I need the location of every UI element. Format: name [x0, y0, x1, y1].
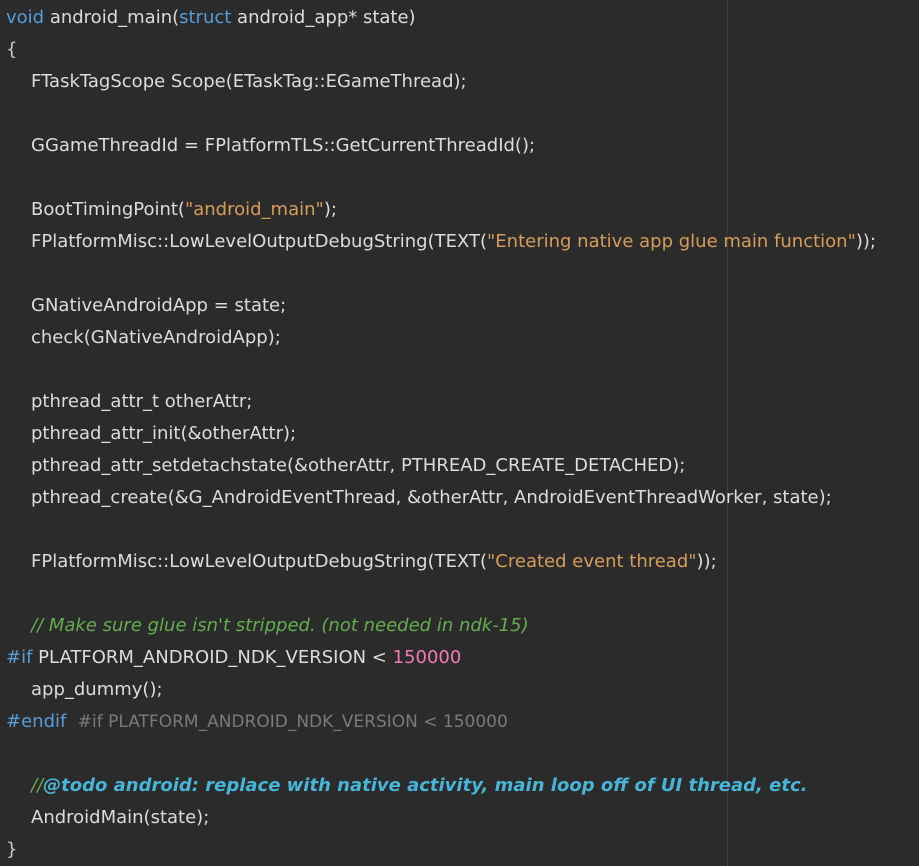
code-text: );: [323, 199, 337, 220]
function-params: android_app* state): [231, 7, 416, 28]
keyword-struct: struct: [179, 7, 232, 28]
code-line-comment[interactable]: // Make sure glue isn't stripped. (not n…: [6, 610, 919, 642]
code-text: pthread_attr_init(&otherAttr);: [31, 423, 297, 444]
code-line[interactable]: pthread_attr_init(&otherAttr);: [6, 418, 919, 450]
code-line[interactable]: app_dummy();: [6, 674, 919, 706]
code-text: pthread_attr_t otherAttr;: [31, 391, 253, 412]
preprocessor-endif: #endif: [6, 711, 67, 732]
code-text: FTaskTagScope Scope(ETaskTag::EGameThrea…: [31, 71, 467, 92]
code-line-preprocessor-endif[interactable]: #endif #if PLATFORM_ANDROID_NDK_VERSION …: [6, 706, 919, 738]
code-line[interactable]: check(GNativeAndroidApp);: [6, 322, 919, 354]
comment: // Make sure glue isn't stripped. (not n…: [31, 615, 529, 636]
code-line[interactable]: AndroidMain(state);: [6, 802, 919, 834]
code-text: check(GNativeAndroidApp);: [31, 327, 281, 348]
code-line[interactable]: pthread_attr_t otherAttr;: [6, 386, 919, 418]
preprocessor-condition: PLATFORM_ANDROID_NDK_VERSION <: [32, 647, 393, 668]
code-line[interactable]: FTaskTagScope Scope(ETaskTag::EGameThrea…: [6, 66, 919, 98]
code-line[interactable]: BootTimingPoint("android_main");: [6, 194, 919, 226]
code-line[interactable]: GGameThreadId = FPlatformTLS::GetCurrent…: [6, 130, 919, 162]
code-text: FPlatformMisc::LowLevelOutputDebugString…: [31, 551, 488, 572]
open-brace: {: [6, 39, 18, 60]
code-line[interactable]: FPlatformMisc::LowLevelOutputDebugString…: [6, 226, 919, 258]
string-literal: "Entering native app glue main function": [487, 231, 856, 252]
keyword-void: void: [6, 7, 45, 28]
code-line-blank[interactable]: [6, 514, 919, 546]
code-text: ));: [696, 551, 717, 572]
code-text: FPlatformMisc::LowLevelOutputDebugString…: [31, 231, 488, 252]
code-line-preprocessor-if[interactable]: #if PLATFORM_ANDROID_NDK_VERSION < 15000…: [6, 642, 919, 674]
code-line[interactable]: pthread_create(&G_AndroidEventThread, &o…: [6, 482, 919, 514]
code-line-blank[interactable]: [6, 98, 919, 130]
code-line-blank[interactable]: [6, 162, 919, 194]
code-area[interactable]: void android_main(struct android_app* st…: [6, 2, 919, 866]
number-literal: 150000: [392, 647, 462, 668]
code-editor[interactable]: void android_main(struct android_app* st…: [0, 0, 919, 866]
code-text: AndroidMain(state);: [31, 807, 210, 828]
string-literal: "Created event thread": [487, 551, 697, 572]
code-line-close-brace[interactable]: }: [6, 834, 919, 866]
code-line-blank[interactable]: [6, 738, 919, 770]
todo-comment: @todo android: replace with native activ…: [43, 775, 808, 796]
code-text: GGameThreadId = FPlatformTLS::GetCurrent…: [31, 135, 536, 156]
code-line-open-brace[interactable]: {: [6, 34, 919, 66]
code-text: app_dummy();: [31, 679, 163, 700]
code-line-todo-comment[interactable]: //@todo android: replace with native act…: [6, 770, 919, 802]
code-line-blank[interactable]: [6, 258, 919, 290]
code-text: ));: [855, 231, 876, 252]
code-text: GNativeAndroidApp = state;: [31, 295, 287, 316]
function-name: android_main(: [44, 7, 180, 28]
code-line-blank[interactable]: [6, 354, 919, 386]
comment-prefix: //: [31, 775, 44, 796]
code-line[interactable]: FPlatformMisc::LowLevelOutputDebugString…: [6, 546, 919, 578]
code-line[interactable]: GNativeAndroidApp = state;: [6, 290, 919, 322]
code-line[interactable]: pthread_attr_setdetachstate(&otherAttr, …: [6, 450, 919, 482]
close-brace: }: [6, 839, 18, 860]
code-text: BootTimingPoint(: [31, 199, 185, 220]
code-text: pthread_create(&G_AndroidEventThread, &o…: [31, 487, 832, 508]
inlay-hint: #if PLATFORM_ANDROID_NDK_VERSION < 15000…: [77, 712, 508, 732]
preprocessor-if: #if: [6, 647, 33, 668]
string-literal: "android_main": [184, 199, 324, 220]
code-line-blank[interactable]: [6, 578, 919, 610]
code-line-function-signature[interactable]: void android_main(struct android_app* st…: [6, 2, 919, 34]
code-text: pthread_attr_setdetachstate(&otherAttr, …: [31, 455, 686, 476]
